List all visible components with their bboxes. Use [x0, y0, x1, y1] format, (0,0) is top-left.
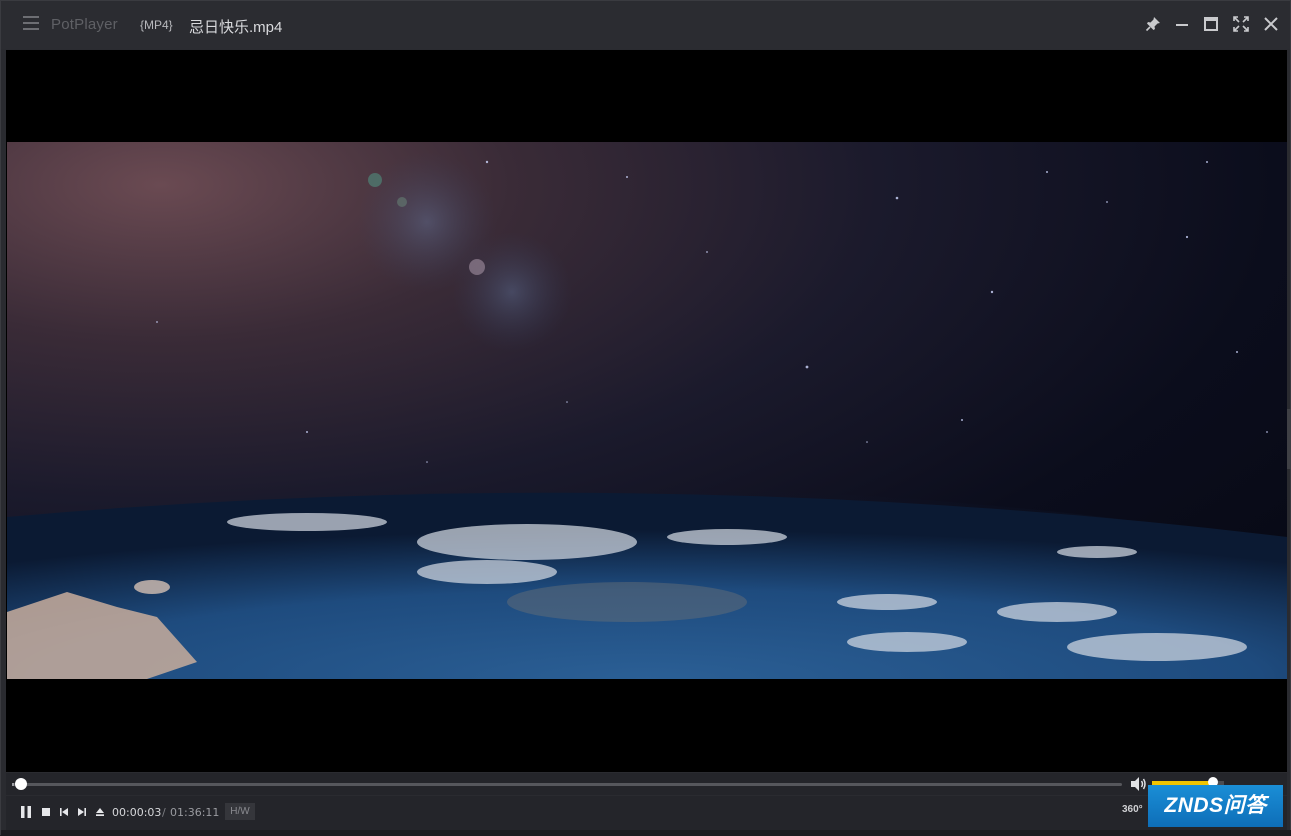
seek-progress: [12, 783, 14, 786]
next-icon[interactable]: [75, 805, 89, 819]
time-separator: /: [162, 806, 166, 819]
potplayer-window: PotPlayer {MP4} 忌日快乐.mp4 00:00:03 / 01:3…: [0, 0, 1291, 836]
resize-grip[interactable]: [1287, 409, 1291, 469]
seekbar-row: [6, 773, 1287, 795]
fullscreen-icon[interactable]: [1230, 13, 1252, 35]
control-bar: 00:00:03 / 01:36:11 H/W 360°: [6, 796, 1287, 830]
file-title: 忌日快乐.mp4: [189, 19, 283, 36]
hw-decoder-badge[interactable]: H/W: [225, 803, 255, 820]
znds-watermark-logo: ZNDS问答: [1148, 785, 1283, 827]
format-tag: {MP4}: [140, 18, 173, 32]
seek-bar[interactable]: [12, 783, 1122, 786]
pin-icon[interactable]: [1142, 13, 1164, 35]
total-time[interactable]: 01:36:11: [170, 806, 219, 819]
volume-icon[interactable]: [1129, 775, 1147, 793]
minimize-icon[interactable]: [1171, 13, 1193, 35]
taskbar-strip: [1, 830, 1291, 836]
seek-thumb[interactable]: [14, 778, 27, 790]
vr-360-button[interactable]: 360°: [1122, 804, 1143, 815]
pause-icon[interactable]: [19, 805, 33, 819]
close-icon[interactable]: [1260, 13, 1282, 35]
previous-icon[interactable]: [57, 805, 71, 819]
stop-icon[interactable]: [39, 805, 53, 819]
video-area[interactable]: [6, 50, 1287, 772]
maximize-icon[interactable]: [1200, 13, 1222, 35]
app-name[interactable]: PotPlayer: [51, 16, 118, 33]
eject-icon[interactable]: [93, 805, 107, 819]
video-frame-earth-from-space: [7, 142, 1287, 679]
current-time: 00:00:03: [112, 806, 162, 819]
title-bar[interactable]: PotPlayer {MP4} 忌日快乐.mp4: [1, 1, 1290, 49]
hamburger-menu-icon[interactable]: [23, 16, 41, 32]
